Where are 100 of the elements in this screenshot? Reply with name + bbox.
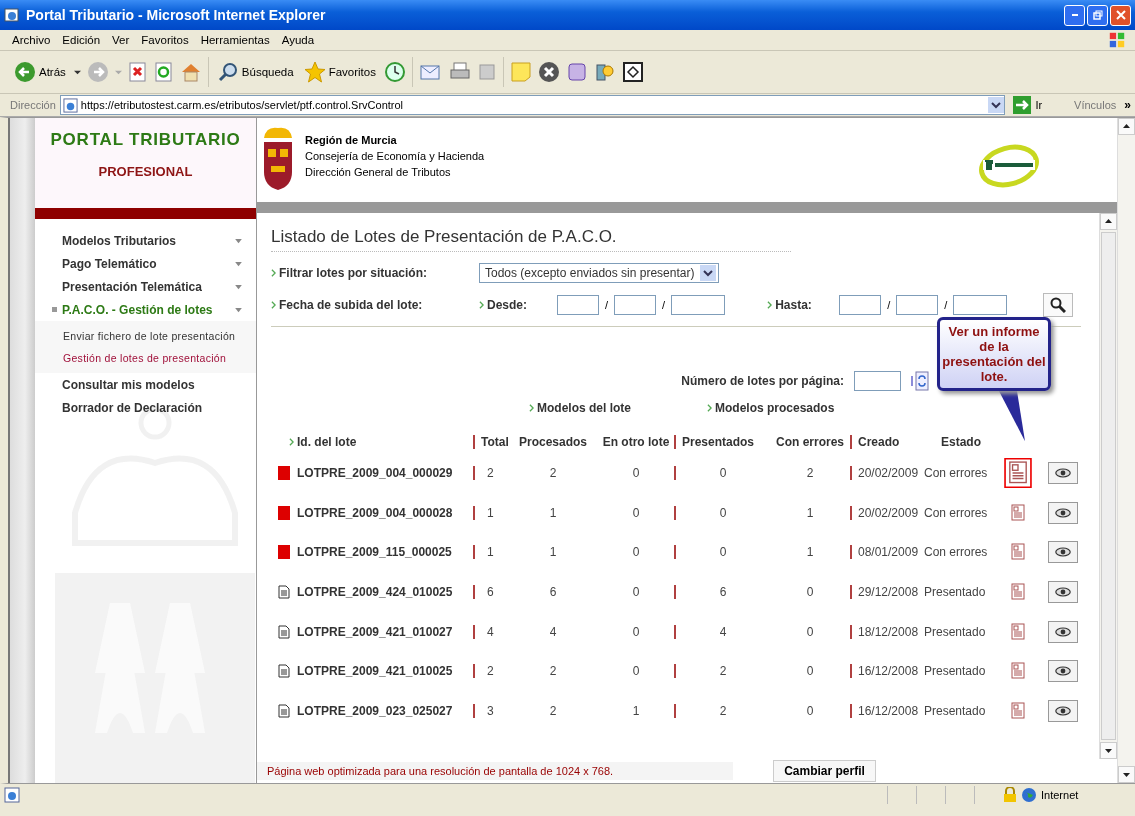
status-filter-select[interactable]: Todos (excepto enviados sin presentar): [479, 263, 720, 283]
batch-id: LOTPRE_2009_424_010025: [297, 584, 453, 599]
batch-id: LOTPRE_2009_023_025027: [297, 703, 453, 718]
table-cell: 6: [549, 584, 557, 599]
eye-icon: [1055, 586, 1071, 597]
close-circle-icon[interactable]: [537, 61, 560, 83]
eye-icon: [1055, 507, 1071, 518]
search-icon: [1050, 297, 1067, 313]
eye-icon: [1055, 705, 1071, 716]
report-icon[interactable]: [1008, 620, 1028, 643]
document-icon: [278, 624, 290, 639]
search-button[interactable]: [1043, 293, 1074, 317]
day-field[interactable]: [557, 295, 599, 315]
table-cell: 20/02/2009: [850, 505, 924, 520]
view-button[interactable]: [1048, 580, 1078, 603]
sidebar-item[interactable]: Borrador de Declaración: [35, 396, 256, 419]
error-document-icon: [278, 545, 290, 560]
stop-icon[interactable]: [127, 62, 148, 82]
sidebar-item[interactable]: Consultar mis modelos: [35, 373, 256, 396]
from-label: Desde:: [487, 298, 528, 312]
menu-item[interactable]: Edición: [58, 34, 109, 46]
close-icon: [1115, 10, 1126, 20]
report-icon[interactable]: [1008, 699, 1028, 722]
links-label[interactable]: Vínculos: [1074, 99, 1117, 111]
table-cell: 1: [806, 545, 814, 560]
view-button[interactable]: [1048, 501, 1078, 524]
tooltip-text: Ver un informe de la presentación del lote.: [942, 324, 1046, 384]
refresh-icon[interactable]: [911, 371, 929, 391]
table-cell: 3: [473, 703, 508, 718]
view-button[interactable]: [1048, 620, 1078, 643]
view-button[interactable]: [1048, 660, 1078, 683]
error-document-icon: [278, 465, 290, 480]
table-cell: 1: [473, 505, 508, 520]
change-profile-button[interactable]: Cambiar perfil: [773, 760, 876, 782]
report-icon[interactable]: [1008, 501, 1028, 524]
table-cell: 0: [674, 505, 770, 520]
search-button[interactable]: Búsqueda: [214, 61, 296, 83]
view-button[interactable]: [1048, 461, 1078, 484]
maximize-button[interactable]: [1087, 4, 1108, 26]
filter-label: Filtrar lotes por situación:: [279, 266, 429, 280]
table-cell: Presentado: [924, 584, 986, 599]
per-page-field[interactable]: [854, 371, 901, 391]
table-cell: 16/12/2008: [850, 703, 924, 718]
table-cell: 1: [473, 545, 508, 560]
table-cell: 0: [674, 465, 770, 480]
table-cell: 4: [473, 624, 508, 639]
sidebar-item[interactable]: Presentación Telemática: [35, 275, 256, 298]
dropdown-arrow-icon[interactable]: [73, 68, 81, 76]
code-icon[interactable]: [621, 61, 644, 83]
back-button[interactable]: Atrás: [12, 61, 68, 83]
padlock-icon: [1003, 787, 1017, 803]
address-field[interactable]: https://etributostest.carm.es/etributos/servlet/ptf.control.SrvControl: [59, 95, 1006, 115]
table-cell: 08/01/2009: [850, 545, 924, 560]
document-icon: [278, 584, 290, 599]
report-icon[interactable]: [1008, 580, 1028, 603]
table-cell: 0: [632, 664, 640, 679]
year-field[interactable]: [671, 295, 726, 315]
menu-item[interactable]: Ver: [108, 34, 138, 46]
organization-name: Región de Murcia: [305, 133, 398, 148]
month-field[interactable]: [896, 295, 939, 315]
sidebar-subitem[interactable]: Enviar fichero de lote presentación: [35, 325, 256, 347]
sidebar-item[interactable]: Pago Telemático: [35, 252, 256, 275]
sidebar-item[interactable]: Modelos Tributarios: [35, 229, 256, 252]
table-cell: 0: [632, 545, 640, 560]
batch-id: LOTPRE_2009_421_010027: [297, 624, 453, 639]
table-cell: 0: [806, 624, 814, 639]
year-field[interactable]: [953, 295, 1008, 315]
sidebar-subitem[interactable]: Gestión de lotes de presentación: [35, 347, 256, 369]
day-field[interactable]: [839, 295, 882, 315]
address-label: Dirección: [10, 99, 56, 111]
view-button[interactable]: [1048, 699, 1078, 722]
menu-item[interactable]: Herramientas: [196, 34, 278, 46]
menu-item[interactable]: Archivo: [8, 34, 59, 46]
close-button[interactable]: [1110, 4, 1131, 26]
eye-icon: [1055, 467, 1071, 478]
column-header: Procesados: [518, 435, 587, 449]
view-button[interactable]: [1048, 541, 1078, 564]
table-cell: 0: [632, 505, 640, 520]
favorites-button[interactable]: Favoritos: [301, 61, 378, 83]
date-separator: /: [605, 299, 609, 311]
month-field[interactable]: [614, 295, 657, 315]
history-icon[interactable]: [383, 61, 406, 83]
table-cell: 2: [674, 703, 770, 718]
go-arrow-icon: [1013, 96, 1032, 114]
column-header: Id. del lote: [297, 435, 357, 449]
more-chevron[interactable]: »: [1124, 98, 1131, 112]
refresh-icon[interactable]: [153, 62, 174, 82]
menu-item[interactable]: Favoritos: [137, 34, 197, 46]
report-icon[interactable]: [1003, 457, 1033, 488]
minimize-button[interactable]: [1064, 4, 1085, 26]
table-cell: Con errores: [924, 505, 988, 520]
table-cell: 1: [549, 505, 557, 520]
portal-subtitle: PROFESIONAL: [98, 164, 193, 179]
go-button[interactable]: Ir: [1009, 96, 1071, 114]
scrollbar-thumb[interactable]: [1101, 232, 1116, 740]
eye-icon: [1055, 666, 1071, 677]
table-cell: 0: [632, 465, 640, 480]
batch-id: LOTPRE_2009_115_000025: [297, 545, 452, 560]
menu-item[interactable]: Ayuda: [277, 34, 323, 46]
forward-icon[interactable]: [86, 61, 109, 83]
